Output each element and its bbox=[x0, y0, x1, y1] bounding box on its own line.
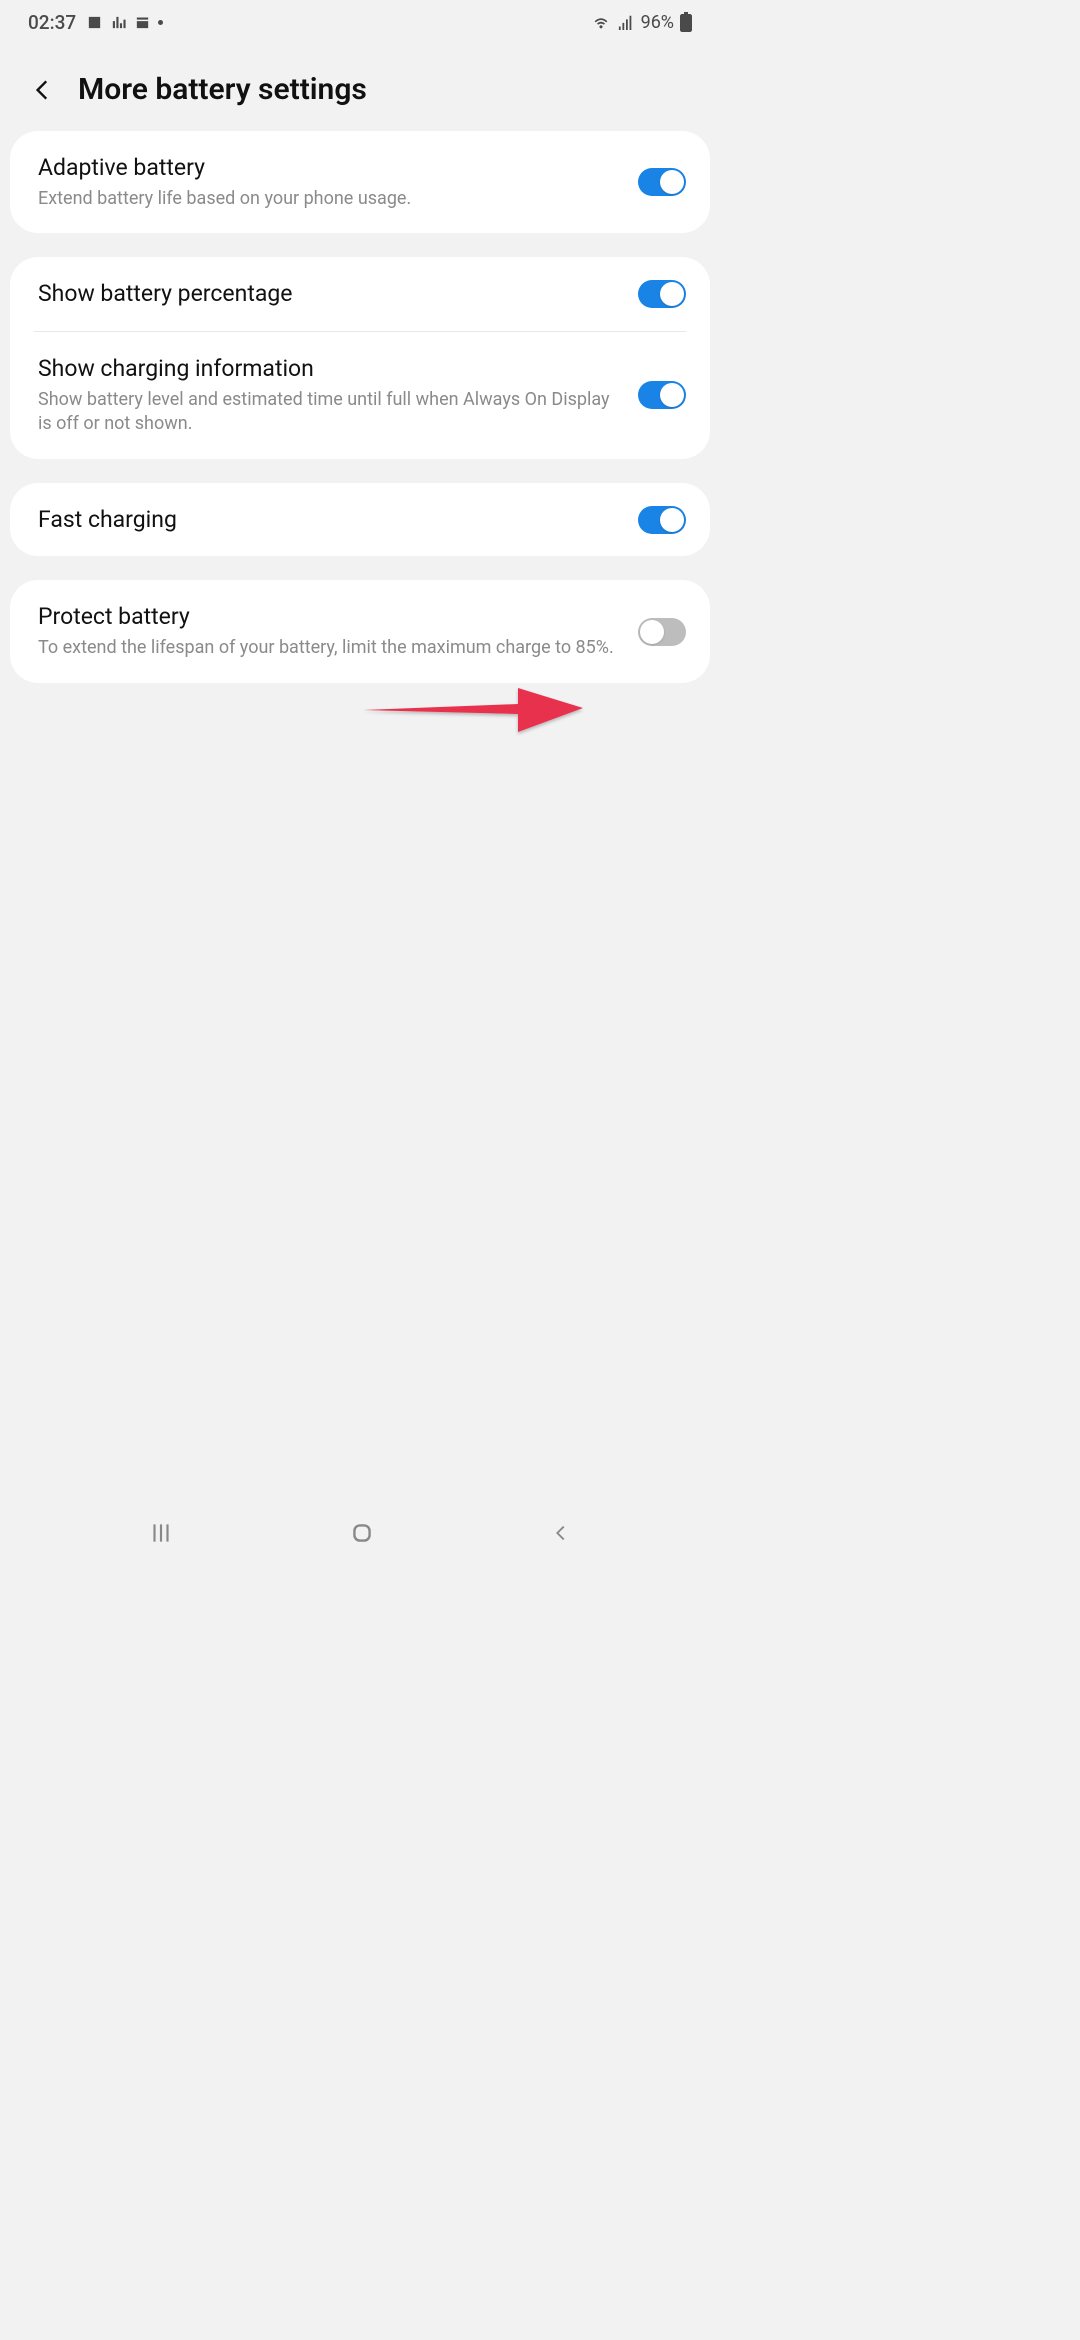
battery-icon bbox=[680, 12, 692, 32]
status-left: 02:37 bbox=[28, 11, 163, 34]
nav-home-icon[interactable] bbox=[349, 1520, 375, 1546]
page-title: More battery settings bbox=[78, 72, 367, 107]
status-time: 02:37 bbox=[28, 11, 76, 34]
page-header: More battery settings bbox=[0, 44, 720, 131]
status-bar: 02:37 96% bbox=[0, 0, 720, 44]
setting-title: Show charging information bbox=[38, 354, 622, 384]
setting-adaptive-battery[interactable]: Adaptive battery Extend battery life bas… bbox=[10, 131, 710, 233]
setting-fast-charging[interactable]: Fast charging bbox=[10, 483, 710, 557]
battery-percentage: 96% bbox=[641, 12, 674, 33]
chart-icon bbox=[110, 14, 127, 31]
setting-text: Adaptive battery Extend battery life bas… bbox=[38, 153, 622, 211]
setting-title: Protect battery bbox=[38, 602, 622, 632]
nav-recents-icon[interactable] bbox=[148, 1520, 174, 1546]
setting-title: Fast charging bbox=[38, 505, 622, 535]
toggle-protect-battery[interactable] bbox=[638, 618, 686, 646]
setting-subtitle: Extend battery life based on your phone … bbox=[38, 187, 622, 211]
signal-icon bbox=[617, 14, 635, 30]
setting-text: Show battery percentage bbox=[38, 279, 622, 309]
setting-subtitle: To extend the lifespan of your battery, … bbox=[38, 636, 622, 660]
toggle-fast-charging[interactable] bbox=[638, 506, 686, 534]
image-icon bbox=[86, 14, 103, 31]
settings-group: Adaptive battery Extend battery life bas… bbox=[10, 131, 710, 233]
status-icons-left bbox=[86, 14, 163, 31]
setting-text: Fast charging bbox=[38, 505, 622, 535]
nav-back-icon[interactable] bbox=[550, 1522, 572, 1544]
setting-show-battery-percentage[interactable]: Show battery percentage bbox=[10, 257, 710, 331]
toggle-show-battery-percentage[interactable] bbox=[638, 280, 686, 308]
settings-group: Fast charging bbox=[10, 483, 710, 557]
calendar-icon bbox=[134, 14, 151, 31]
setting-show-charging-information[interactable]: Show charging information Show battery l… bbox=[10, 332, 710, 458]
setting-subtitle: Show battery level and estimated time un… bbox=[38, 388, 622, 437]
toggle-show-charging-information[interactable] bbox=[638, 381, 686, 409]
settings-group: Protect battery To extend the lifespan o… bbox=[10, 580, 710, 682]
setting-text: Show charging information Show battery l… bbox=[38, 354, 622, 436]
setting-text: Protect battery To extend the lifespan o… bbox=[38, 602, 622, 660]
settings-group: Show battery percentage Show charging in… bbox=[10, 257, 710, 458]
wifi-icon bbox=[591, 14, 611, 30]
setting-title: Adaptive battery bbox=[38, 153, 622, 183]
navigation-bar bbox=[0, 1506, 720, 1560]
status-right: 96% bbox=[591, 12, 692, 33]
annotation-arrow-icon bbox=[358, 678, 588, 738]
toggle-adaptive-battery[interactable] bbox=[638, 168, 686, 196]
setting-title: Show battery percentage bbox=[38, 279, 622, 309]
setting-protect-battery[interactable]: Protect battery To extend the lifespan o… bbox=[10, 580, 710, 682]
more-dot-icon bbox=[158, 20, 163, 25]
back-icon[interactable] bbox=[30, 77, 56, 103]
